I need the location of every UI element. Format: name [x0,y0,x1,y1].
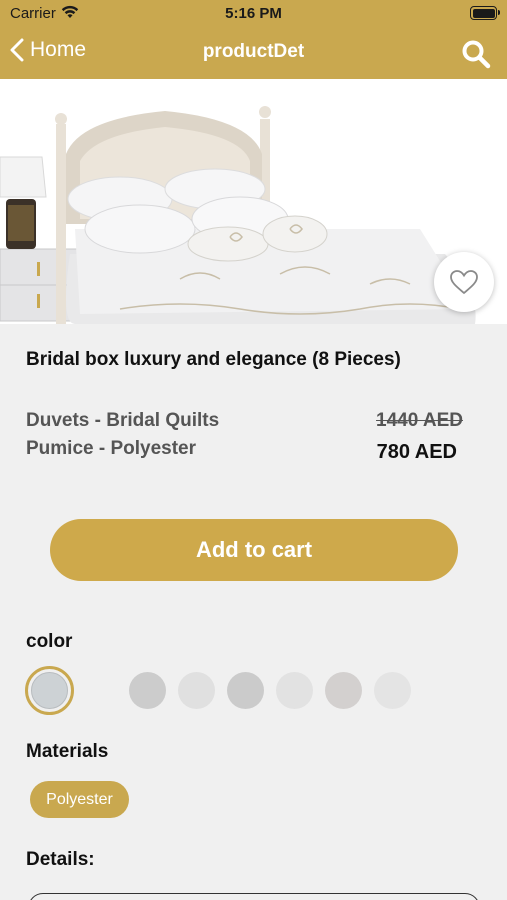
details-box [28,893,480,900]
back-button[interactable]: Home [10,38,86,62]
color-swatch[interactable] [227,672,264,709]
search-icon[interactable] [461,39,491,69]
product-category: Duvets - Bridal Quilts [26,410,220,431]
details-section-label: Details: [26,849,95,870]
status-time: 5:16 PM [225,5,282,22]
color-swatch[interactable] [178,672,215,709]
color-swatch-selected[interactable] [25,666,74,715]
material-chip-polyester[interactable]: Polyester [30,781,129,818]
color-swatch[interactable] [325,672,362,709]
product-material-info: Pumice - Polyester [26,438,197,459]
color-swatch[interactable] [129,672,166,709]
original-price: 1440 AED [376,410,463,431]
battery-icon [470,6,500,20]
materials-section-label: Materials [26,741,109,762]
sale-price: 780 AED [376,441,457,463]
heart-outline-icon [450,270,478,295]
color-swatch[interactable] [276,672,313,709]
status-bar: Carrier 5:16 PM [0,0,507,28]
color-swatch[interactable] [374,672,411,709]
favorite-button[interactable] [434,252,494,312]
navigation-bar: Home productDet [0,28,507,79]
add-to-cart-button[interactable]: Add to cart [50,519,458,581]
product-image [0,79,507,324]
back-label: Home [30,38,87,61]
color-section-label: color [26,631,73,652]
chevron-left-icon [10,38,24,62]
bed-image [0,79,507,324]
product-title: Bridal box luxury and elegance (8 Pieces… [26,349,401,370]
